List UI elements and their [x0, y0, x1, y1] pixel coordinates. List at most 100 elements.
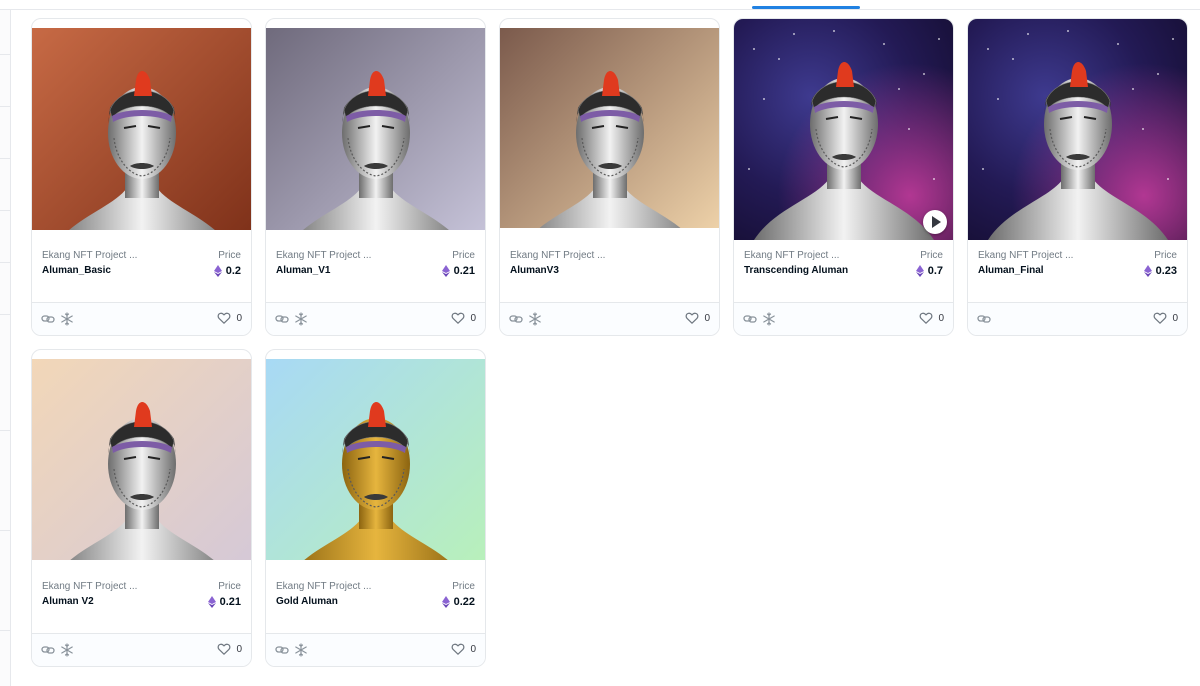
nft-card[interactable]: Ekang NFT Project ... Transcending Aluma… [733, 18, 954, 336]
snowflake-icon[interactable] [60, 312, 74, 326]
favorite-count: 0 [1172, 312, 1178, 324]
card-info: Ekang NFT Project ... AlumanV3 [500, 240, 719, 304]
snowflake-icon[interactable] [294, 312, 308, 326]
link-chain-icon[interactable] [41, 312, 55, 326]
favorite-button[interactable]: 0 [1153, 311, 1178, 325]
favorite-button[interactable]: 0 [217, 642, 242, 656]
play-icon[interactable] [923, 210, 947, 234]
price-label: Price [452, 581, 475, 592]
heart-icon[interactable] [1153, 311, 1167, 325]
favorite-count: 0 [938, 312, 944, 324]
nft-name[interactable]: Aluman_V1 [276, 265, 426, 276]
price-label: Price [920, 250, 943, 261]
ethereum-icon [207, 596, 216, 608]
heart-icon[interactable] [919, 311, 933, 325]
price-value: 0.21 [453, 265, 475, 277]
card-footer: 0 [500, 302, 719, 335]
nft-name[interactable]: Aluman V2 [42, 596, 192, 607]
ethereum-icon [441, 265, 450, 277]
card-footer: 0 [734, 302, 953, 335]
nft-image[interactable] [266, 359, 485, 560]
ethereum-icon [1143, 265, 1152, 277]
rail-divider [0, 210, 10, 211]
rail-divider [0, 262, 10, 263]
nft-name[interactable]: AlumanV3 [510, 265, 660, 276]
card-footer: 0 [968, 302, 1187, 335]
top-tab-bar [0, 0, 1200, 10]
nft-card[interactable]: Ekang NFT Project ... AlumanV3 0 [499, 18, 720, 336]
link-chain-icon[interactable] [743, 312, 757, 326]
price-label: Price [218, 250, 241, 261]
collection-name[interactable]: Ekang NFT Project ... [276, 250, 406, 261]
price: 0.21 [207, 596, 241, 608]
price: 0.23 [1143, 265, 1177, 277]
ethereum-icon [441, 596, 450, 608]
nft-card[interactable]: Ekang NFT Project ... Aluman V2 Price 0.… [31, 349, 252, 667]
favorite-button[interactable]: 0 [451, 311, 476, 325]
card-info: Ekang NFT Project ... Aluman_Final Price… [968, 240, 1187, 304]
favorite-count: 0 [236, 643, 242, 655]
card-info: Ekang NFT Project ... Aluman V2 Price 0.… [32, 571, 251, 635]
link-chain-icon[interactable] [275, 643, 289, 657]
rail-divider [0, 106, 10, 107]
price-value: 0.23 [1155, 265, 1177, 277]
nft-card[interactable]: Ekang NFT Project ... Aluman_Final Price… [967, 18, 1188, 336]
rail-divider [0, 54, 10, 55]
snowflake-icon[interactable] [60, 643, 74, 657]
link-chain-icon[interactable] [509, 312, 523, 326]
card-info: Ekang NFT Project ... Transcending Aluma… [734, 240, 953, 304]
favorite-button[interactable]: 0 [919, 311, 944, 325]
nft-grid: Ekang NFT Project ... Aluman_Basic Price… [31, 18, 1191, 678]
nft-image[interactable] [32, 359, 251, 560]
favorite-count: 0 [470, 643, 476, 655]
rail-divider [0, 314, 10, 315]
collection-name[interactable]: Ekang NFT Project ... [276, 581, 406, 592]
collection-name[interactable]: Ekang NFT Project ... [510, 250, 640, 261]
rail-divider [0, 158, 10, 159]
active-tab-indicator [752, 6, 860, 9]
rail-divider [0, 630, 10, 631]
price: 0.22 [441, 596, 475, 608]
nft-name[interactable]: Aluman_Final [978, 265, 1128, 276]
nft-name[interactable]: Gold Aluman [276, 596, 426, 607]
nft-card[interactable]: Ekang NFT Project ... Gold Aluman Price … [265, 349, 486, 667]
nft-image[interactable] [266, 28, 485, 230]
collection-name[interactable]: Ekang NFT Project ... [42, 250, 172, 261]
heart-icon[interactable] [217, 311, 231, 325]
heart-icon[interactable] [217, 642, 231, 656]
card-footer: 0 [32, 633, 251, 666]
price: 0.7 [915, 265, 943, 277]
card-info: Ekang NFT Project ... Aluman_Basic Price… [32, 240, 251, 304]
nft-name[interactable]: Aluman_Basic [42, 265, 192, 276]
favorite-button[interactable]: 0 [685, 311, 710, 325]
card-info: Ekang NFT Project ... Aluman_V1 Price 0.… [266, 240, 485, 304]
card-footer: 0 [32, 302, 251, 335]
price-label: Price [218, 581, 241, 592]
collection-name[interactable]: Ekang NFT Project ... [744, 250, 874, 261]
nft-name[interactable]: Transcending Aluman [744, 265, 894, 276]
nft-image[interactable] [500, 28, 719, 228]
favorite-button[interactable]: 0 [217, 311, 242, 325]
link-chain-icon[interactable] [41, 643, 55, 657]
nft-card[interactable]: Ekang NFT Project ... Aluman_V1 Price 0.… [265, 18, 486, 336]
snowflake-icon[interactable] [528, 312, 542, 326]
nft-image[interactable] [734, 19, 953, 240]
nft-image[interactable] [968, 19, 1187, 240]
left-filter-rail[interactable] [0, 10, 11, 686]
collection-name[interactable]: Ekang NFT Project ... [978, 250, 1108, 261]
nft-image[interactable] [32, 28, 251, 230]
favorite-count: 0 [470, 312, 476, 324]
favorite-count: 0 [704, 312, 710, 324]
link-chain-icon[interactable] [977, 312, 991, 326]
price-label: Price [452, 250, 475, 261]
heart-icon[interactable] [685, 311, 699, 325]
snowflake-icon[interactable] [762, 312, 776, 326]
heart-icon[interactable] [451, 642, 465, 656]
nft-card[interactable]: Ekang NFT Project ... Aluman_Basic Price… [31, 18, 252, 336]
snowflake-icon[interactable] [294, 643, 308, 657]
collection-name[interactable]: Ekang NFT Project ... [42, 581, 172, 592]
link-chain-icon[interactable] [275, 312, 289, 326]
card-footer: 0 [266, 302, 485, 335]
favorite-button[interactable]: 0 [451, 642, 476, 656]
heart-icon[interactable] [451, 311, 465, 325]
